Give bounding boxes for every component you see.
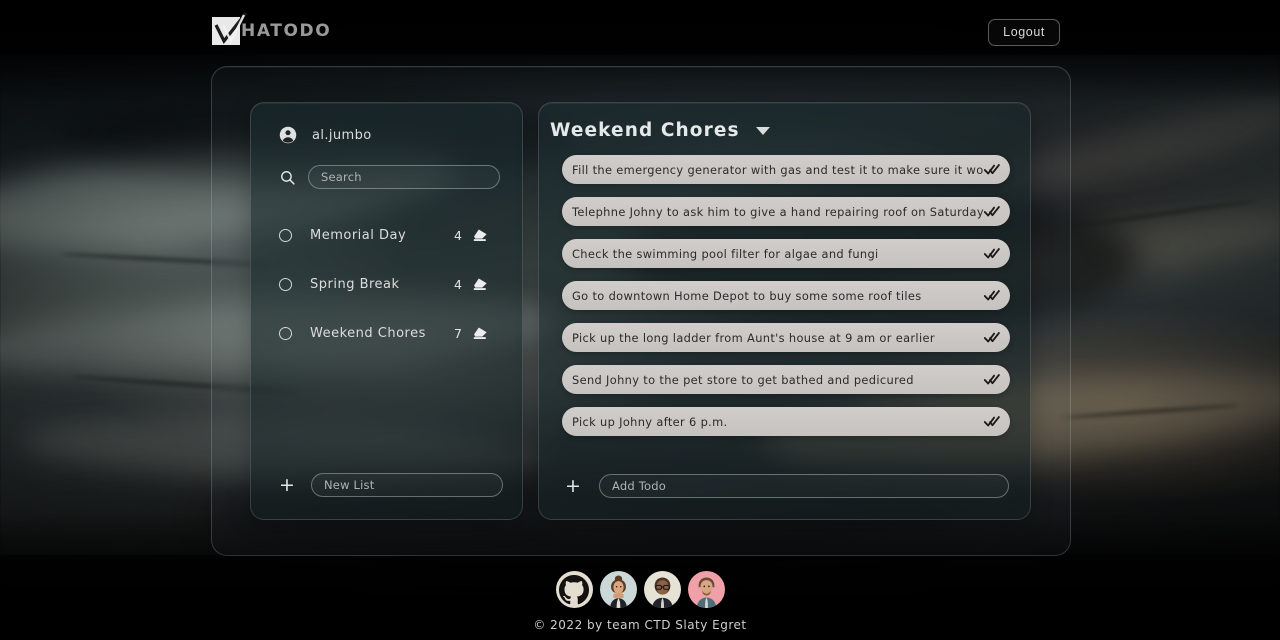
- list-item-label: Weekend Chores: [310, 326, 426, 341]
- search-input[interactable]: [308, 165, 500, 189]
- caret-down-icon[interactable]: [755, 126, 770, 135]
- user-row: al.jumbo: [279, 126, 372, 144]
- todo-text: Telephne Johny to ask him to give a hand…: [572, 204, 984, 219]
- todo-text: Go to downtown Home Depot to buy some so…: [572, 288, 922, 303]
- list-item[interactable]: Spring Break 4: [251, 260, 522, 309]
- team-avatar-2[interactable]: [643, 571, 681, 608]
- todo-lists: Memorial Day 4 Spring Break 4 Weekend Ch…: [251, 211, 522, 358]
- add-list-row: +: [277, 473, 503, 497]
- search-row: [279, 165, 500, 189]
- todo-text: Pick up the long ladder from Aunt's hous…: [572, 330, 935, 345]
- team-avatar-1[interactable]: [599, 571, 637, 608]
- todo-text: Send Johny to the pet store to get bathe…: [572, 372, 914, 387]
- list-item-count: 4: [454, 228, 462, 243]
- new-list-input[interactable]: [311, 473, 503, 497]
- account-circle-icon: [279, 126, 297, 144]
- add-todo-button[interactable]: +: [563, 476, 583, 496]
- eraser-icon[interactable]: [472, 228, 489, 243]
- todo-item[interactable]: Pick up Johny after 6 p.m.: [562, 407, 1010, 436]
- team-avatars: [555, 571, 725, 608]
- search-icon: [279, 169, 296, 186]
- team-avatar-3[interactable]: [687, 571, 725, 608]
- done-all-icon[interactable]: [984, 331, 1000, 344]
- eraser-icon[interactable]: [472, 326, 489, 341]
- done-all-icon[interactable]: [984, 247, 1000, 260]
- list-item[interactable]: Memorial Day 4: [251, 211, 522, 260]
- list-item[interactable]: Weekend Chores 7: [251, 309, 522, 358]
- done-all-icon[interactable]: [984, 415, 1000, 428]
- app-root: HATODO Logout al.jumbo Search Memorial D…: [0, 0, 1280, 640]
- github-icon[interactable]: [555, 571, 593, 608]
- todo-item[interactable]: Telephne Johny to ask him to give a hand…: [562, 197, 1010, 226]
- circle-icon: [279, 229, 292, 242]
- list-item-count: 4: [454, 277, 462, 292]
- app-header: HATODO Logout: [0, 0, 1280, 62]
- brand-name: HATODO: [241, 21, 332, 41]
- list-item-label: Spring Break: [310, 277, 400, 292]
- done-all-icon[interactable]: [984, 373, 1000, 386]
- logout-button[interactable]: Logout: [988, 19, 1060, 46]
- todo-text: Pick up Johny after 6 p.m.: [572, 414, 728, 429]
- brand-logo: HATODO: [212, 12, 332, 45]
- done-all-icon[interactable]: [984, 163, 1000, 176]
- todo-item[interactable]: Pick up the long ladder from Aunt's hous…: [562, 323, 1010, 352]
- lists-panel: al.jumbo Memorial Day 4: [250, 102, 523, 520]
- done-all-icon[interactable]: [984, 205, 1000, 218]
- todo-items: Fill the emergency generator with gas an…: [562, 155, 1010, 449]
- list-item-label: Memorial Day: [310, 228, 407, 243]
- checkbox-check-logo-icon: [212, 12, 248, 45]
- username-label: al.jumbo: [312, 127, 372, 143]
- todos-panel: Weekend Chores Fill the emergency genera…: [538, 102, 1031, 520]
- todo-item[interactable]: Go to downtown Home Depot to buy some so…: [562, 281, 1010, 310]
- todo-item[interactable]: Send Johny to the pet store to get bathe…: [562, 365, 1010, 394]
- todo-text: Check the swimming pool filter for algae…: [572, 246, 879, 261]
- list-item-count: 7: [454, 326, 462, 341]
- todo-item[interactable]: Fill the emergency generator with gas an…: [562, 155, 1010, 184]
- circle-icon: [279, 327, 292, 340]
- todo-text: Fill the emergency generator with gas an…: [572, 162, 984, 177]
- app-footer: © 2022 by team CTD Slaty Egret: [0, 571, 1280, 632]
- page-title: Weekend Chores: [550, 120, 740, 141]
- add-todo-input[interactable]: [599, 474, 1009, 498]
- copyright-text: © 2022 by team CTD Slaty Egret: [533, 618, 747, 632]
- add-todo-row: +: [563, 474, 1009, 498]
- todo-item[interactable]: Check the swimming pool filter for algae…: [562, 239, 1010, 268]
- circle-icon: [279, 278, 292, 291]
- todo-list-header: Weekend Chores: [550, 120, 770, 141]
- eraser-icon[interactable]: [472, 277, 489, 292]
- add-list-button[interactable]: +: [277, 475, 297, 495]
- done-all-icon[interactable]: [984, 289, 1000, 302]
